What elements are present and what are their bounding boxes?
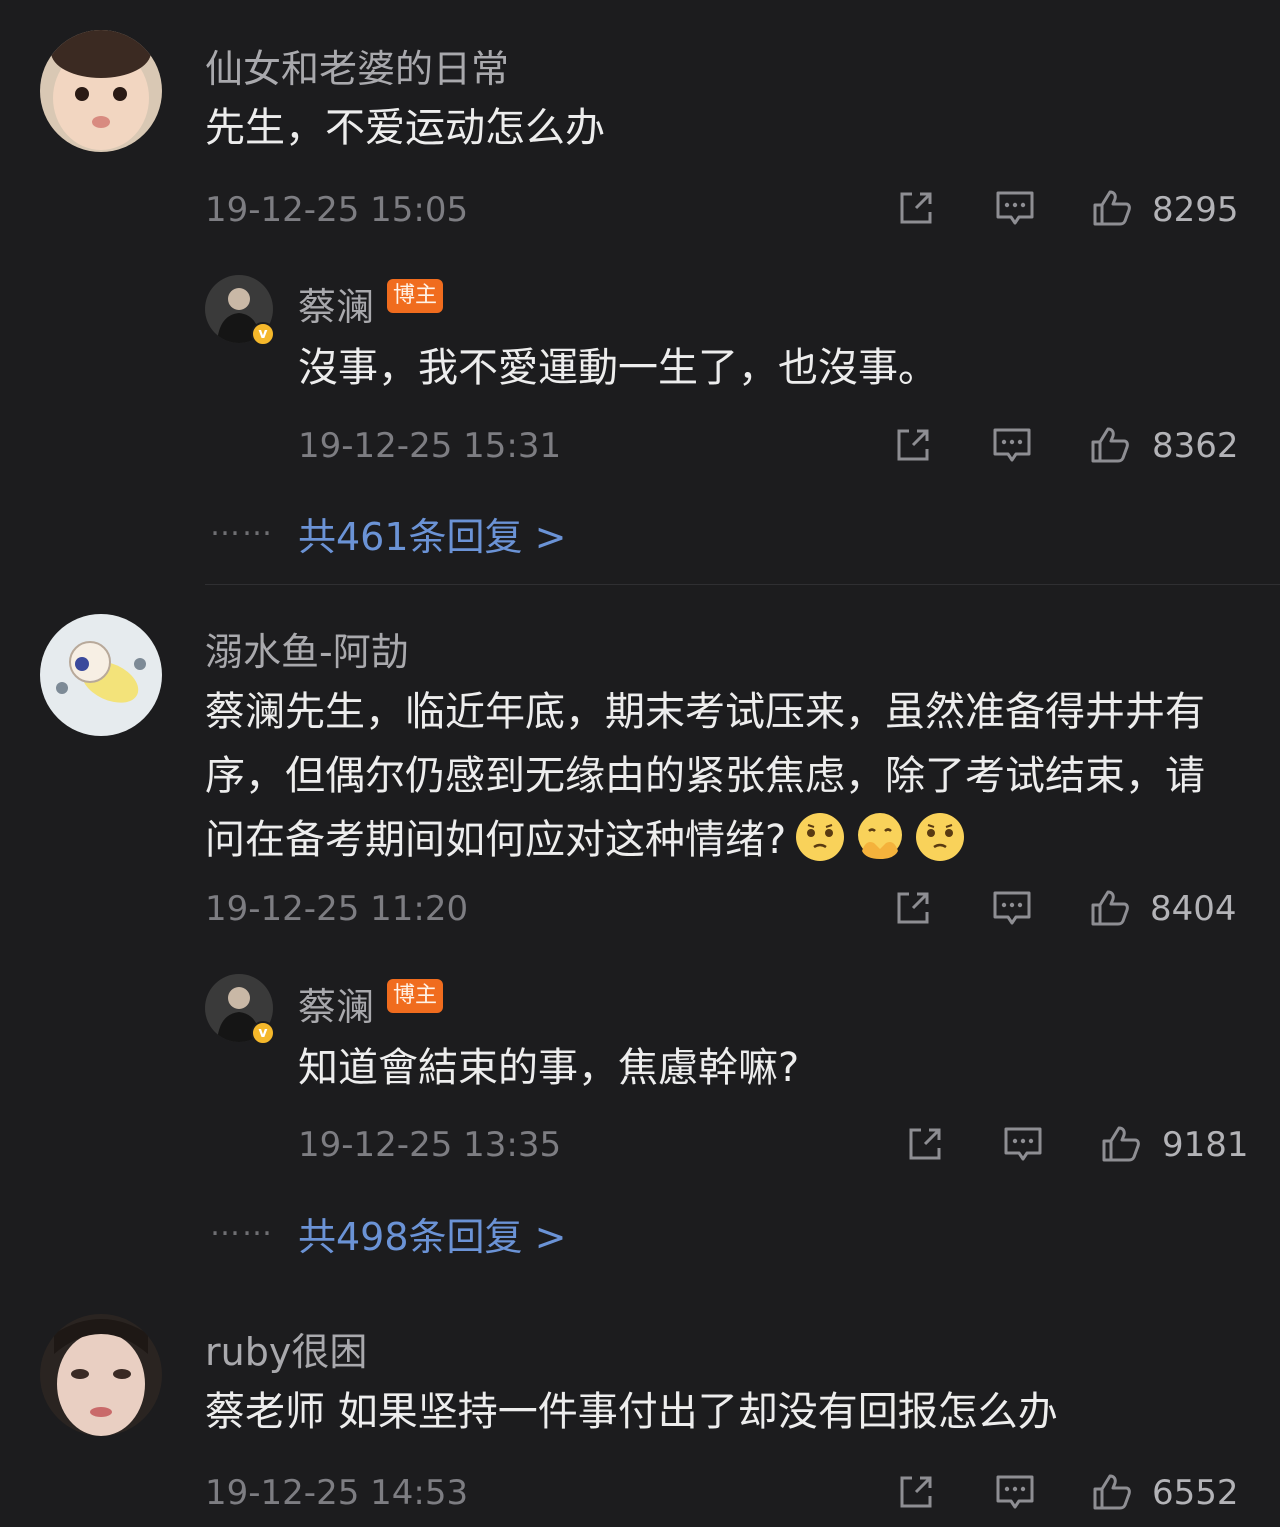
- comment-time: 19-12-25 14:53: [205, 1473, 469, 1513]
- girl-avatar-image: [40, 1314, 162, 1436]
- reply-username[interactable]: 蔡澜: [298, 976, 374, 1031]
- avatar[interactable]: [40, 1314, 162, 1436]
- like-icon[interactable]: [1090, 425, 1130, 465]
- comment-icon[interactable]: [1003, 1124, 1043, 1164]
- comment-text: 蔡澜先生，临近年底，期末考试压来，虽然准备得井井有序，但偶尔仍感到无缘由的紧张焦…: [205, 680, 1205, 872]
- reply-text: 沒事，我不愛運動一生了，也沒事。: [298, 345, 938, 391]
- comment-time: 19-12-25 11:20: [205, 889, 469, 929]
- comment-icon[interactable]: [995, 188, 1035, 228]
- like-count: 8362: [1152, 426, 1239, 466]
- verified-icon: v: [251, 1021, 275, 1045]
- more-dots: ……: [210, 508, 274, 543]
- divider: [205, 584, 1280, 585]
- reply-text: 知道會結束的事，焦慮幹嘛?: [298, 1045, 800, 1091]
- like-icon[interactable]: [1092, 188, 1132, 228]
- verified-icon: v: [251, 322, 275, 346]
- reply-time: 19-12-25 15:31: [298, 426, 562, 466]
- comment-username[interactable]: ruby很困: [205, 1321, 367, 1376]
- share-icon[interactable]: [893, 425, 933, 465]
- comment-text-body: 蔡澜先生，临近年底，期末考试压来，虽然准备得井井有序，但偶尔仍感到无缘由的紧张焦…: [205, 689, 1205, 863]
- reply-time: 19-12-25 13:35: [298, 1125, 562, 1165]
- like-icon[interactable]: [1092, 1472, 1132, 1512]
- like-count: 8404: [1150, 889, 1237, 929]
- like-count: 6552: [1152, 1473, 1239, 1513]
- baby-avatar-image: [40, 30, 162, 152]
- more-replies-link[interactable]: 共461条回复 >: [298, 506, 566, 561]
- comment-icon[interactable]: [992, 425, 1032, 465]
- worried-face-emoji: [914, 811, 966, 863]
- blogger-badge: 博主: [387, 279, 444, 313]
- comment-username[interactable]: 溺水鱼-阿劼: [205, 621, 409, 676]
- comment-time: 19-12-25 15:05: [205, 190, 469, 230]
- worried-face-emoji: [794, 811, 846, 863]
- comment-text: 蔡老师 如果坚持一件事付出了却没有回报怎么办: [205, 1389, 1058, 1435]
- like-icon[interactable]: [1101, 1124, 1141, 1164]
- like-count: 8295: [1152, 190, 1239, 230]
- share-icon[interactable]: [896, 1472, 936, 1512]
- hands-over-mouth-emoji: [854, 811, 906, 863]
- like-count: 9181: [1162, 1125, 1249, 1165]
- cartoon-avatar-image: [40, 614, 162, 736]
- avatar[interactable]: [40, 30, 162, 152]
- share-icon[interactable]: [905, 1124, 945, 1164]
- blogger-badge: 博主: [387, 979, 444, 1013]
- reply-username[interactable]: 蔡澜: [298, 276, 374, 331]
- avatar[interactable]: [40, 614, 162, 736]
- more-dots: ……: [210, 1208, 274, 1243]
- comment-username[interactable]: 仙女和老婆的日常: [205, 38, 509, 93]
- comment-icon[interactable]: [992, 888, 1032, 928]
- comment-text: 先生，不爱运动怎么办: [205, 105, 605, 151]
- more-replies-link[interactable]: 共498条回复 >: [298, 1206, 566, 1261]
- share-icon[interactable]: [896, 188, 936, 228]
- comment-icon[interactable]: [995, 1472, 1035, 1512]
- like-icon[interactable]: [1090, 888, 1130, 928]
- share-icon[interactable]: [893, 888, 933, 928]
